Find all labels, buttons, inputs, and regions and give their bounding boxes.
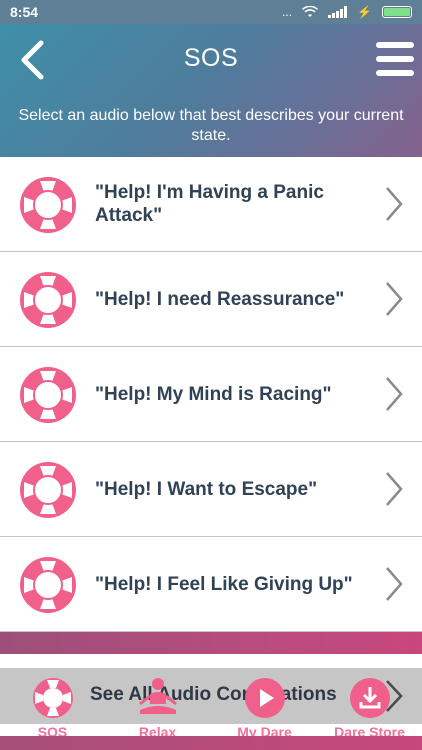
sos-audio-list: "Help! I'm Having a Panic Attack" "Help!…	[0, 157, 422, 632]
battery-icon	[382, 6, 412, 18]
lifebuoy-icon	[20, 367, 76, 423]
status-bar: 8:54 ... ⚡	[0, 0, 422, 24]
cell-signal-icon	[328, 6, 348, 18]
list-item-label: "Help! I'm Having a Panic Attack"	[95, 182, 324, 226]
list-item-escape[interactable]: "Help! I Want to Escape"	[0, 442, 422, 537]
chevron-right-icon	[386, 567, 403, 601]
page-title: SOS	[183, 44, 239, 72]
chevron-right-icon	[386, 377, 403, 411]
hamburger-line	[376, 56, 414, 62]
lifebuoy-icon	[20, 557, 76, 613]
chevron-right-icon	[386, 187, 403, 221]
bottom-gradient-strip	[0, 736, 422, 750]
list-item-panic-attack[interactable]: "Help! I'm Having a Panic Attack"	[0, 157, 422, 252]
page-subtitle: Select an audio below that best describe…	[18, 107, 404, 144]
menu-button[interactable]	[376, 42, 414, 76]
section-divider-band	[0, 632, 422, 654]
signal-dots-icon: ...	[282, 5, 293, 19]
header: SOS Select an audio below that best desc…	[0, 24, 422, 157]
list-item-label: "Help! I Feel Like Giving Up"	[95, 573, 353, 595]
list-item-label: "Help! My Mind is Racing"	[95, 383, 332, 405]
charging-icon: ⚡	[357, 5, 372, 19]
list-item-label: "Help! I Want to Escape"	[95, 478, 318, 500]
status-time: 8:54	[10, 4, 39, 20]
hamburger-menu-icon	[376, 42, 414, 48]
list-item-giving-up[interactable]: "Help! I Feel Like Giving Up"	[0, 537, 422, 632]
chevron-right-icon	[386, 282, 403, 316]
lifebuoy-icon	[32, 678, 73, 718]
status-icons: ... ⚡	[282, 5, 412, 19]
list-item-label: "Help! I need Reassurance"	[95, 288, 345, 310]
lifebuoy-icon	[20, 272, 76, 328]
lifebuoy-icon	[20, 462, 76, 518]
list-item-mind-racing[interactable]: "Help! My Mind is Racing"	[0, 347, 422, 442]
list-item-reassurance[interactable]: "Help! I need Reassurance"	[0, 252, 422, 347]
play-icon	[244, 678, 285, 718]
wifi-icon	[302, 6, 319, 17]
meditation-icon	[138, 678, 177, 714]
chevron-right-icon	[386, 472, 403, 506]
hamburger-line	[376, 70, 414, 76]
lifebuoy-icon	[20, 177, 76, 233]
download-icon	[349, 678, 390, 718]
